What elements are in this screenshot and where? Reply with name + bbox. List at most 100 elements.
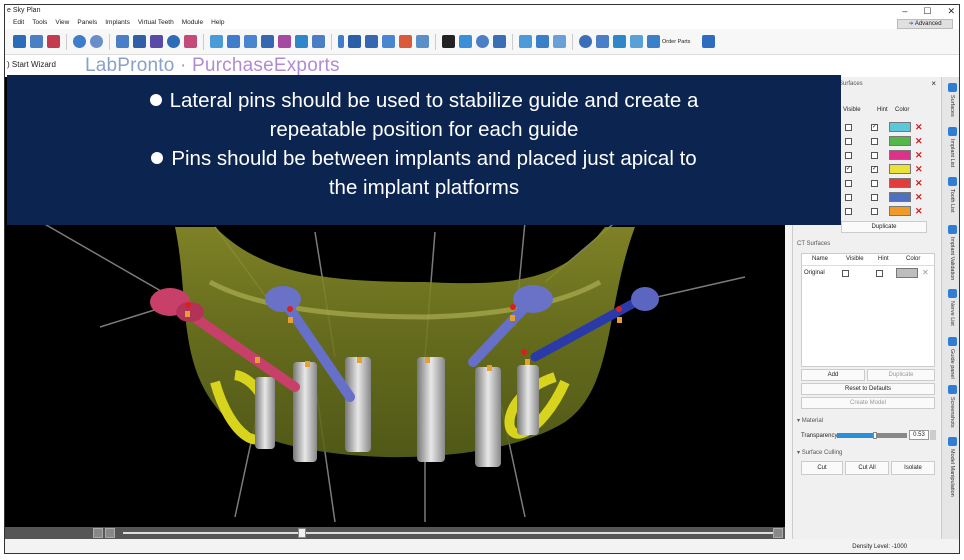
transparency-slider[interactable] bbox=[837, 432, 907, 439]
color-swatch[interactable] bbox=[889, 122, 911, 132]
ct-delete-icon[interactable]: ✕ bbox=[922, 268, 929, 277]
menu-tools[interactable]: Tools bbox=[28, 17, 51, 29]
menu-panels[interactable]: Panels bbox=[73, 17, 101, 29]
slider-track[interactable] bbox=[123, 532, 783, 534]
cart-icon[interactable] bbox=[647, 35, 660, 48]
color-swatch[interactable] bbox=[889, 150, 911, 160]
sleeve-icon[interactable] bbox=[348, 35, 361, 48]
visible-checkbox[interactable]: ✓ bbox=[845, 166, 852, 173]
rotate-icon[interactable] bbox=[459, 35, 472, 48]
tab-surfaces[interactable]: Surfaces bbox=[942, 83, 959, 117]
sculpt-icon[interactable] bbox=[536, 35, 549, 48]
order-parts-label[interactable]: Order Parts bbox=[662, 39, 690, 45]
pin-icon[interactable] bbox=[365, 35, 378, 48]
hint-checkbox[interactable] bbox=[871, 180, 878, 187]
redo-icon[interactable] bbox=[90, 35, 103, 48]
hint-checkbox[interactable] bbox=[871, 208, 878, 215]
measure-angle-icon[interactable] bbox=[184, 35, 197, 48]
undo-icon[interactable] bbox=[73, 35, 86, 48]
hint-checkbox[interactable]: ✓ bbox=[871, 166, 878, 173]
magnify-icon[interactable] bbox=[167, 35, 180, 48]
crown-icon[interactable] bbox=[382, 35, 395, 48]
menu-edit[interactable]: Edit bbox=[9, 17, 28, 29]
advanced-button[interactable]: ➜ Advanced bbox=[897, 19, 953, 29]
create-model-button[interactable]: Create Model bbox=[801, 397, 935, 409]
ct-visible-checkbox[interactable] bbox=[842, 270, 849, 277]
tab-implant-validation[interactable]: Implant Validation bbox=[942, 225, 959, 280]
marker-icon[interactable] bbox=[295, 35, 308, 48]
menu-implants[interactable]: Implants bbox=[101, 17, 134, 29]
save-icon[interactable] bbox=[30, 35, 43, 48]
hint-checkbox[interactable] bbox=[871, 194, 878, 201]
delete-icon[interactable]: ✕ bbox=[915, 179, 923, 188]
slices-icon[interactable] bbox=[116, 35, 129, 48]
delete-icon[interactable]: ✕ bbox=[915, 165, 923, 174]
visible-checkbox[interactable] bbox=[845, 194, 852, 201]
expand-icon[interactable] bbox=[702, 35, 716, 48]
upload-icon[interactable] bbox=[613, 35, 626, 48]
delete-icon[interactable]: ✕ bbox=[915, 193, 923, 202]
surfaces-duplicate-button[interactable]: Duplicate bbox=[841, 221, 927, 233]
list-icon[interactable] bbox=[312, 35, 325, 48]
visible-checkbox[interactable] bbox=[845, 138, 852, 145]
visible-checkbox[interactable] bbox=[845, 152, 852, 159]
layer-icon[interactable] bbox=[442, 35, 455, 48]
hint-checkbox[interactable]: ✓ bbox=[871, 124, 878, 131]
transparency-spinner-icon[interactable] bbox=[930, 430, 936, 440]
start-wizard-button[interactable]: ) Start Wizard bbox=[7, 60, 56, 69]
new-file-icon[interactable] bbox=[13, 35, 26, 48]
transparency-value[interactable]: 0.53 bbox=[909, 430, 929, 440]
table-row[interactable]: ✕ bbox=[841, 205, 929, 218]
tab-screenshots[interactable]: Screenshots bbox=[942, 385, 959, 428]
close-button[interactable]: ✕ bbox=[947, 5, 955, 17]
menu-view[interactable]: View bbox=[51, 17, 73, 29]
table-row[interactable]: ✕ bbox=[841, 191, 929, 204]
mesh-icon[interactable] bbox=[519, 35, 532, 48]
tab-nerve-list[interactable]: Nerve List bbox=[942, 289, 959, 326]
color-swatch[interactable] bbox=[889, 206, 911, 216]
panel-close-icon[interactable]: × bbox=[931, 79, 936, 88]
delete-icon[interactable]: ✕ bbox=[915, 207, 923, 216]
refresh-icon[interactable] bbox=[579, 35, 592, 48]
virtual-teeth-icon[interactable] bbox=[399, 35, 412, 48]
table-row[interactable]: ✕ bbox=[841, 149, 929, 162]
color-swatch[interactable] bbox=[889, 164, 911, 174]
slider-back-icon[interactable] bbox=[93, 528, 103, 538]
slider-prev-icon[interactable] bbox=[105, 528, 115, 538]
cloud-icon[interactable] bbox=[630, 35, 643, 48]
ct-add-button[interactable]: Add bbox=[801, 369, 865, 381]
ct-hint-checkbox[interactable] bbox=[876, 270, 883, 277]
slider-thumb[interactable] bbox=[298, 528, 306, 538]
menu-virtual-teeth[interactable]: Virtual Teeth bbox=[134, 17, 178, 29]
tab-guide-panel[interactable]: Guide panel bbox=[942, 337, 959, 379]
table-row[interactable]: ✓ ✕ bbox=[841, 121, 929, 134]
hint-checkbox[interactable] bbox=[871, 138, 878, 145]
visible-checkbox[interactable] bbox=[845, 208, 852, 215]
export-icon[interactable] bbox=[596, 35, 609, 48]
volume-icon[interactable] bbox=[150, 35, 163, 48]
tab-model-manipulation[interactable]: Model Manipulation bbox=[942, 437, 959, 497]
visible-checkbox[interactable] bbox=[845, 124, 852, 131]
cut-button[interactable]: Cut bbox=[801, 461, 843, 475]
nerve-icon[interactable] bbox=[227, 35, 240, 48]
ct-color-swatch[interactable] bbox=[896, 268, 918, 278]
minimize-button[interactable]: – bbox=[902, 5, 907, 17]
color-swatch[interactable] bbox=[889, 136, 911, 146]
ct-duplicate-button[interactable]: Duplicate bbox=[867, 369, 935, 381]
color-swatch[interactable] bbox=[889, 192, 911, 202]
implant-icon[interactable] bbox=[338, 35, 344, 48]
tab-implant-list[interactable]: Implant List bbox=[942, 127, 959, 167]
smooth-icon[interactable] bbox=[553, 35, 566, 48]
cut-all-button[interactable]: Cut All bbox=[845, 461, 889, 475]
slider-next-icon[interactable] bbox=[773, 528, 783, 538]
reset-defaults-button[interactable]: Reset to Defaults bbox=[801, 383, 935, 395]
pan-icon[interactable] bbox=[493, 35, 506, 48]
menu-module[interactable]: Module bbox=[178, 17, 207, 29]
hint-checkbox[interactable] bbox=[871, 152, 878, 159]
zoom-icon[interactable] bbox=[476, 35, 489, 48]
panoramic-icon[interactable] bbox=[133, 35, 146, 48]
delete-icon[interactable]: ✕ bbox=[915, 123, 923, 132]
tab-tooth-list[interactable]: Tooth List bbox=[942, 177, 959, 213]
table-row[interactable]: ✕ bbox=[841, 177, 929, 190]
visible-checkbox[interactable] bbox=[845, 180, 852, 187]
